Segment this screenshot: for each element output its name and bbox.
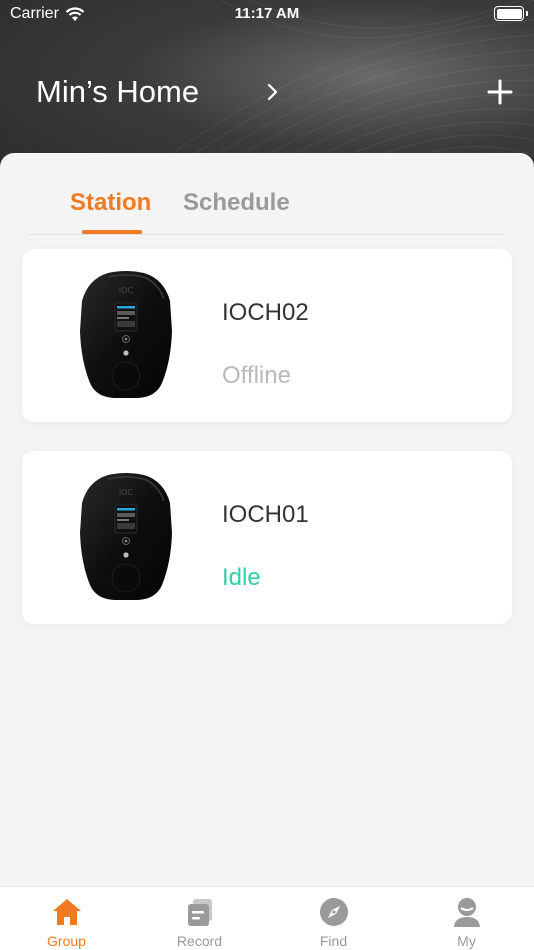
compass-icon	[319, 898, 348, 926]
tabbar-item-record[interactable]: Record	[133, 887, 266, 950]
station-card[interactable]: IOC IOCH02 Offline	[22, 249, 512, 422]
tabbar-label: Find	[319, 933, 348, 949]
home-icon	[52, 899, 81, 925]
charger-image: IOC	[80, 473, 172, 600]
status-bar: Carrier 11:17 AM	[0, 0, 534, 28]
tabbar-item-find[interactable]: Find	[267, 887, 400, 950]
station-status: Idle	[222, 564, 261, 591]
record-icon	[187, 899, 212, 926]
tab-station[interactable]: Station	[70, 189, 151, 217]
tabbar-label: Record	[176, 933, 223, 949]
user-icon	[453, 898, 480, 927]
battery-icon	[494, 6, 528, 21]
station-name: IOCH02	[222, 299, 309, 326]
status-time: 11:17 AM	[234, 5, 300, 22]
tabbar-label: Group	[47, 933, 86, 949]
content-panel: Station Schedule IOC IOCH02 Offline IOC …	[0, 153, 534, 888]
station-name: IOCH01	[222, 501, 309, 528]
tabbar-item-group[interactable]: Group	[0, 887, 133, 950]
tab-divider	[28, 234, 506, 235]
station-status: Offline	[222, 362, 291, 389]
svg-text:IOC: IOC	[119, 286, 134, 295]
tabbar-label: My	[457, 933, 476, 949]
tab-strip: Station Schedule	[0, 153, 534, 235]
add-station-button[interactable]	[484, 76, 516, 108]
tabbar-item-my[interactable]: My	[400, 887, 533, 950]
station-card[interactable]: IOC IOCH01 Idle	[22, 451, 512, 624]
home-title[interactable]: Min’s Home	[36, 74, 199, 110]
tab-schedule[interactable]: Schedule	[183, 189, 290, 217]
chevron-right-icon[interactable]	[262, 80, 282, 104]
svg-text:IOC: IOC	[119, 488, 134, 497]
bottom-tab-bar: Group Record Find My	[0, 886, 534, 950]
charger-image: IOC	[80, 271, 172, 398]
